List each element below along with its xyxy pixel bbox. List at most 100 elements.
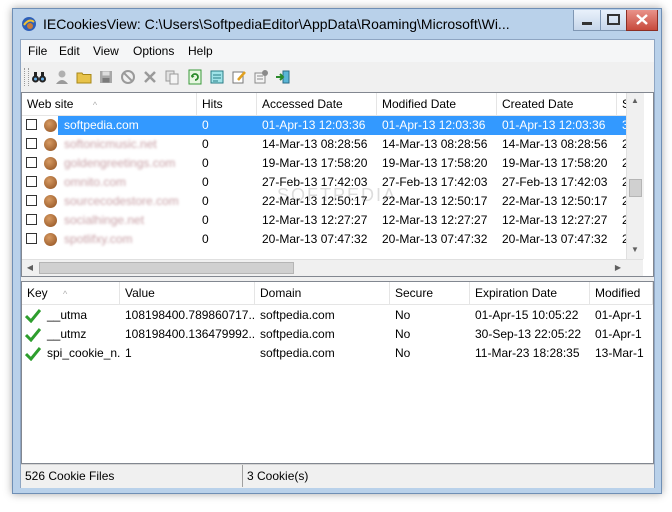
cell-key: spi_cookie_n... xyxy=(47,346,120,360)
scroll-left-icon[interactable]: ◀ xyxy=(22,263,38,272)
cell-hits: 0 xyxy=(202,232,209,246)
copy-icon[interactable] xyxy=(164,69,180,85)
row-checkbox[interactable] xyxy=(26,214,37,225)
toolbar-grip[interactable] xyxy=(24,68,29,86)
save-icon[interactable] xyxy=(98,69,114,85)
menu-file[interactable]: File xyxy=(28,44,47,58)
row-checkbox[interactable] xyxy=(26,138,37,149)
cookie-file-row[interactable]: sourcecodestore.com 0 22-Mar-13 12:50:17 22… xyxy=(22,192,629,211)
cookie-file-row[interactable]: softonicmusic.net 0 14-Mar-13 08:28:56 14-M… xyxy=(22,135,629,154)
close-button[interactable] xyxy=(626,10,658,31)
cell-created: 12-Mar-13 12:27:27 xyxy=(502,213,608,227)
cookie-file-row[interactable]: omnito.com 0 27-Feb-13 17:42:03 27-Feb-13 1… xyxy=(22,173,629,192)
properties-icon[interactable] xyxy=(253,69,269,85)
exit-icon[interactable] xyxy=(275,69,291,85)
cookie-file-row[interactable]: socialhinge.net 0 12-Mar-13 12:27:27 12-Mar… xyxy=(22,211,629,230)
cookie-files-list[interactable]: Web site ^ Hits Accessed Date Modified D… xyxy=(21,92,654,277)
row-checkbox[interactable] xyxy=(26,119,37,130)
status-cookie-files: 526 Cookie Files xyxy=(21,465,243,487)
column-header-key[interactable]: Key ^ xyxy=(22,282,120,304)
cookie-row[interactable]: spi_cookie_n... 1 softpedia.com No 11-Mar-23… xyxy=(22,344,653,363)
cell-key: __utmz xyxy=(47,327,87,341)
menu-options[interactable]: Options xyxy=(133,44,174,58)
cell-site: omnito.com xyxy=(64,175,127,189)
column-header-web-site[interactable]: Web site ^ xyxy=(22,93,197,115)
column-header-accessed-date[interactable]: Accessed Date xyxy=(257,93,377,115)
find-icon[interactable] xyxy=(31,69,47,85)
column-label: Web site xyxy=(27,97,74,111)
cookie-file-row[interactable]: spotlifxy.com 0 20-Mar-13 07:47:32 20-Mar-1… xyxy=(22,230,629,249)
block-icon[interactable] xyxy=(120,69,136,85)
scroll-right-icon[interactable]: ▶ xyxy=(610,263,626,272)
menu-edit[interactable]: Edit xyxy=(59,44,80,58)
scroll-thumb[interactable] xyxy=(629,179,642,197)
cookies-list[interactable]: Key ^ Value Domain Secure Expiration Dat… xyxy=(21,281,654,464)
cell-hits: 0 xyxy=(202,194,209,208)
open-folder-icon[interactable] xyxy=(76,69,92,85)
cookie-files-hscroll[interactable]: ◀ ▶ xyxy=(22,259,643,276)
column-header-modified[interactable]: Modified xyxy=(590,282,653,304)
cell-domain: softpedia.com xyxy=(260,346,335,360)
row-checkbox[interactable] xyxy=(26,233,37,244)
column-header-value[interactable]: Value xyxy=(120,282,255,304)
cell-accessed: 20-Mar-13 07:47:32 xyxy=(262,232,368,246)
cell-created: 27-Feb-13 17:42:03 xyxy=(502,175,608,189)
column-header-domain[interactable]: Domain xyxy=(255,282,390,304)
column-header-created-date[interactable]: Created Date xyxy=(497,93,617,115)
cookie-row[interactable]: __utmz 108198400.136479992.... softpedia.c… xyxy=(22,325,653,344)
cell-accessed: 19-Mar-13 17:58:20 xyxy=(262,156,368,170)
cell-domain: softpedia.com xyxy=(260,308,335,322)
cell-value: 1 xyxy=(125,346,132,360)
cell-value: 108198400.789860717.... xyxy=(125,308,255,322)
cookie-files-vscroll[interactable]: ▲ ▼ xyxy=(626,93,644,259)
row-checkbox[interactable] xyxy=(26,176,37,187)
cell-site: softonicmusic.net xyxy=(64,137,157,151)
html-report-icon[interactable] xyxy=(209,69,225,85)
cell-key: __utma xyxy=(47,308,88,322)
cell-expiration: 01-Apr-15 10:05:22 xyxy=(475,308,579,322)
column-header-expiration-date[interactable]: Expiration Date xyxy=(470,282,590,304)
delete-icon[interactable] xyxy=(142,69,158,85)
cell-domain: softpedia.com xyxy=(260,327,335,341)
cell-modified: 27-Feb-13 17:42:03 xyxy=(382,175,488,189)
menu-help[interactable]: Help xyxy=(188,44,213,58)
cell-site: softpedia.com xyxy=(64,118,139,132)
minimize-button[interactable] xyxy=(573,10,601,31)
row-checkbox[interactable] xyxy=(26,157,37,168)
menu-view[interactable]: View xyxy=(93,44,119,58)
column-header-secure[interactable]: Secure xyxy=(390,282,470,304)
user-icon[interactable] xyxy=(54,69,70,85)
maximize-button[interactable] xyxy=(600,10,627,31)
cookie-file-row[interactable]: softpedia.com 0 01-Apr-13 12:03:36 01-Apr-1… xyxy=(22,116,629,135)
cell-site: sourcecodestore.com xyxy=(64,194,179,208)
cookie-icon xyxy=(44,138,57,151)
cookie-files-header: Web site ^ Hits Accessed Date Modified D… xyxy=(22,93,637,116)
edit-icon[interactable] xyxy=(231,69,247,85)
checkmark-icon xyxy=(25,328,41,342)
cell-modified: 01-Apr-13 12:03:36 xyxy=(382,118,486,132)
cell-modified: 20-Mar-13 07:47:32 xyxy=(382,232,488,246)
cookie-row[interactable]: __utma 108198400.789860717.... softpedia.c… xyxy=(22,306,653,325)
cookie-icon xyxy=(44,176,57,189)
column-header-hits[interactable]: Hits xyxy=(197,93,257,115)
cell-hits: 0 xyxy=(202,137,209,151)
status-bar: 526 Cookie Files 3 Cookie(s) xyxy=(21,464,654,488)
minimize-icon xyxy=(582,22,592,25)
scroll-down-icon[interactable]: ▼ xyxy=(627,245,643,254)
cell-modified: 19-Mar-13 17:58:20 xyxy=(382,156,488,170)
toolbar xyxy=(21,64,654,90)
cookie-icon xyxy=(44,214,57,227)
close-icon xyxy=(636,14,648,25)
cell-modified: 01-Apr-1 xyxy=(595,327,642,341)
cookie-file-row[interactable]: goldengreetings.com 0 19-Mar-13 17:58:20 19… xyxy=(22,154,629,173)
cell-site: spotlifxy.com xyxy=(64,232,133,246)
column-header-modified-date[interactable]: Modified Date xyxy=(377,93,497,115)
scroll-up-icon[interactable]: ▲ xyxy=(627,96,643,105)
hscroll-thumb[interactable] xyxy=(39,262,294,274)
checkmark-icon xyxy=(25,347,41,361)
refresh-icon[interactable] xyxy=(187,69,203,85)
row-checkbox[interactable] xyxy=(26,195,37,206)
title-bar[interactable]: IECookiesView: C:\Users\SoftpediaEditor\… xyxy=(13,9,661,39)
cell-value: 108198400.136479992.... xyxy=(125,327,255,341)
cell-accessed: 12-Mar-13 12:27:27 xyxy=(262,213,368,227)
